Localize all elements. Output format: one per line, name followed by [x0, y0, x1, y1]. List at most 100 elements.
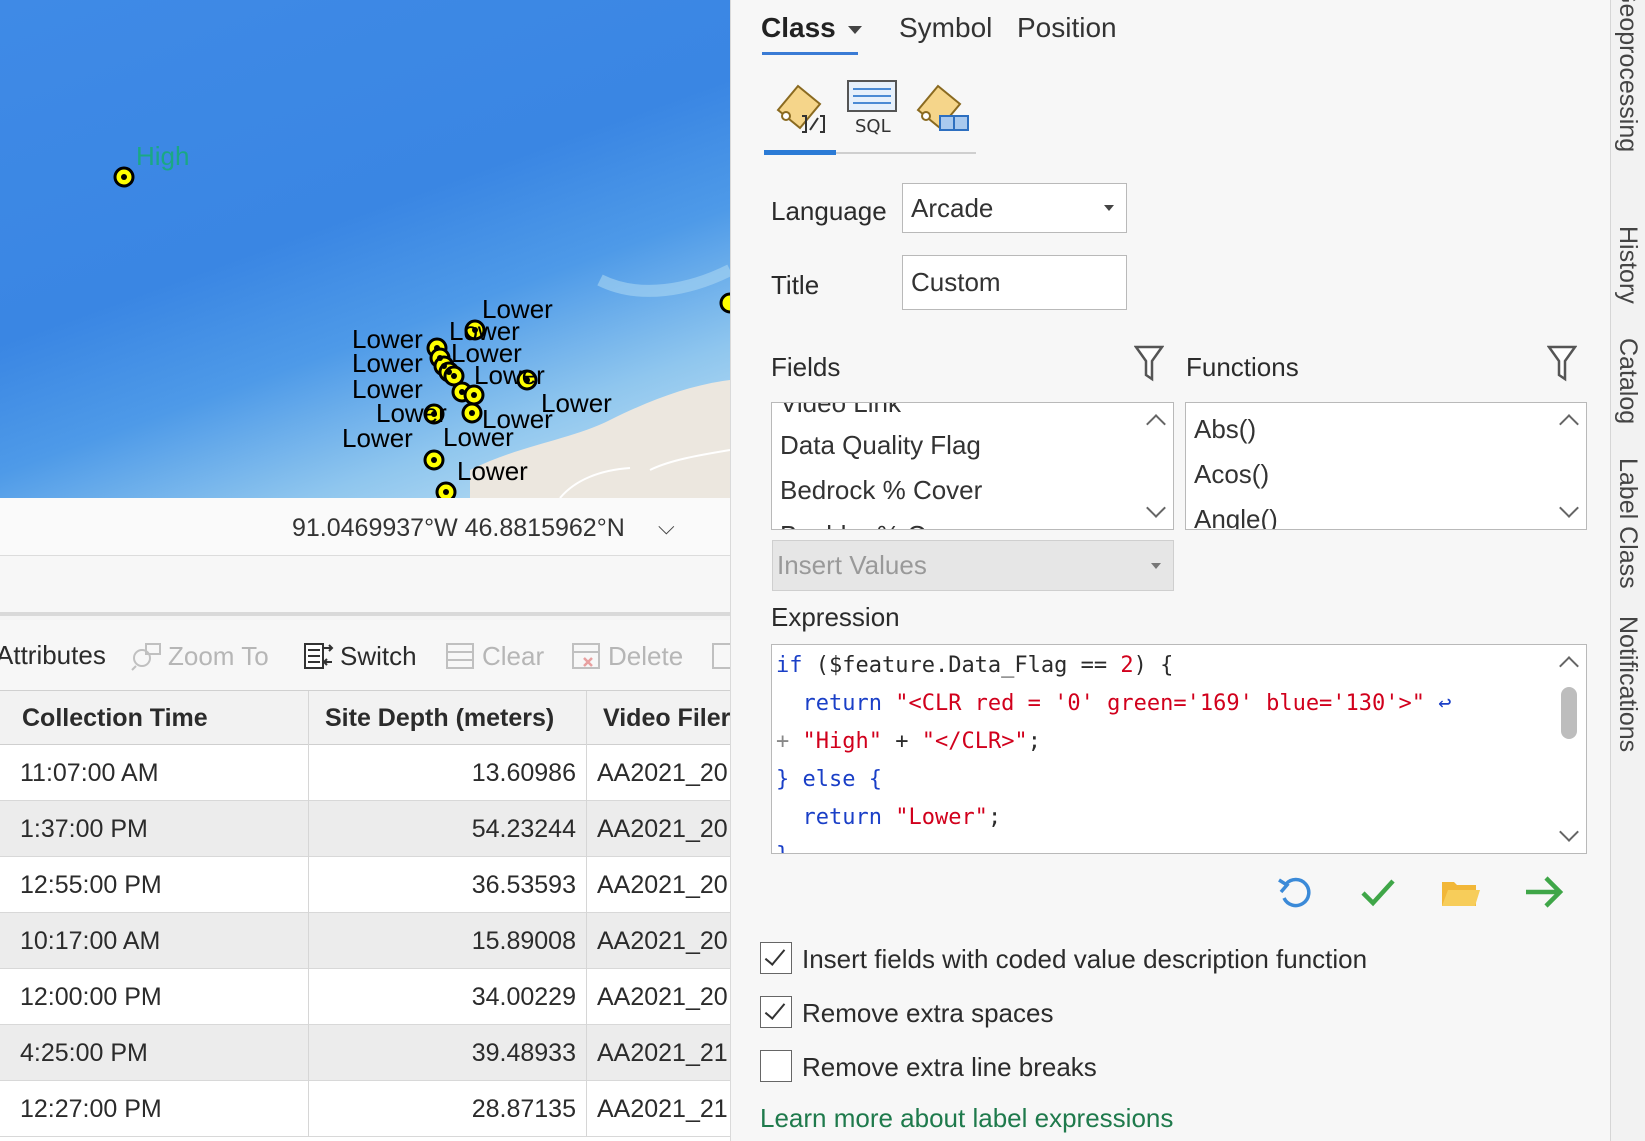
- sql-mode-icon[interactable]: SQL: [845, 78, 899, 136]
- cell-video-file[interactable]: AA2021_21: [587, 1025, 730, 1081]
- column-header[interactable]: Video Filer: [587, 691, 730, 745]
- column-header[interactable]: Site Depth (meters): [309, 691, 587, 745]
- insert-values-dropdown[interactable]: Insert Values: [772, 540, 1174, 591]
- table-row[interactable]: 11:07:00 AM 13.60986 AA2021_20: [0, 745, 730, 801]
- cell-collection-time[interactable]: 12:00:00 PM: [0, 969, 309, 1025]
- zoom-to-icon: [131, 643, 161, 671]
- cell-video-file[interactable]: AA2021_20: [587, 913, 730, 969]
- side-dock: Geoprocessing History Catalog Label Clas…: [1610, 0, 1645, 1141]
- label-filter-mode-icon[interactable]: [912, 80, 972, 136]
- cell-collection-time[interactable]: 4:25:00 PM: [0, 1025, 309, 1081]
- tab-class[interactable]: Class: [761, 12, 836, 44]
- switch-icon: [304, 643, 334, 669]
- chevron-down-icon[interactable]: ⌵: [658, 514, 675, 540]
- cell-video-file[interactable]: AA2021_20: [587, 857, 730, 913]
- reset-icon[interactable]: [1274, 870, 1318, 914]
- remove-spaces-checkbox[interactable]: [760, 996, 792, 1028]
- fields-filter-icon[interactable]: [1134, 345, 1164, 383]
- dock-tab-geoprocessing[interactable]: Geoprocessing: [1613, 0, 1642, 152]
- open-folder-icon[interactable]: [1438, 870, 1482, 914]
- functions-label: Functions: [1186, 352, 1299, 382]
- attribute-table-toolbar: Attributes Zoom To Switch Clear Delete: [0, 620, 730, 690]
- code-line: return "<CLR red = '0' green='169' blue=…: [776, 691, 1452, 716]
- table-row[interactable]: 1:37:00 PM 54.23244 AA2021_20: [0, 801, 730, 857]
- active-mode-indicator: [764, 150, 836, 155]
- save-arrow-icon[interactable]: [1522, 870, 1566, 914]
- column-header[interactable]: Collection Time: [0, 691, 309, 745]
- scrollbar-thumb[interactable]: [1561, 687, 1577, 739]
- table-row[interactable]: 12:00:00 PM 34.00229 AA2021_20: [0, 969, 730, 1025]
- table-row[interactable]: 12:27:00 PM 28.87135 AA2021_21: [0, 1081, 730, 1137]
- map-label-lower: Lower: [342, 423, 413, 453]
- table-row[interactable]: 12:55:00 PM 36.53593 AA2021_20: [0, 857, 730, 913]
- remove-line-breaks-checkbox[interactable]: [760, 1050, 792, 1082]
- coded-value-checkbox[interactable]: [760, 942, 792, 974]
- cell-collection-time[interactable]: 11:07:00 AM: [0, 745, 309, 801]
- map-label-lower: Lower: [443, 422, 514, 452]
- expression-label: Expression: [771, 602, 900, 632]
- zoom-to-button[interactable]: Zoom To: [130, 640, 269, 672]
- table-header: Collection Time Site Depth (meters) Vide…: [0, 691, 730, 745]
- list-item[interactable]: Acos(): [1194, 459, 1269, 490]
- attributes-button[interactable]: Attributes: [0, 640, 106, 671]
- code-line: } else {: [776, 767, 882, 792]
- chevron-down-icon: [1151, 562, 1161, 569]
- coordinate-readout: 91.0469937°W 46.8815962°N: [292, 514, 625, 542]
- list-item[interactable]: Data Quality Flag: [780, 430, 981, 461]
- clear-selection-button[interactable]: Clear: [444, 640, 544, 672]
- cell-collection-time[interactable]: 12:55:00 PM: [0, 857, 309, 913]
- cell-collection-time[interactable]: 1:37:00 PM: [0, 801, 309, 857]
- tab-position[interactable]: Position: [1017, 12, 1117, 44]
- title-label: Title: [771, 270, 820, 300]
- verify-check-icon[interactable]: [1356, 870, 1400, 914]
- fields-list[interactable]: Video Link Data Quality Flag Bedrock % C…: [771, 402, 1174, 530]
- cell-site-depth[interactable]: 15.89008: [309, 913, 587, 969]
- language-label: Language: [771, 196, 887, 226]
- cell-site-depth[interactable]: 13.60986: [309, 745, 587, 801]
- expression-mode-icon[interactable]: [772, 80, 832, 136]
- cell-collection-time[interactable]: 12:27:00 PM: [0, 1081, 309, 1137]
- language-select[interactable]: Arcade: [902, 183, 1127, 233]
- more-tools-icon[interactable]: [710, 640, 730, 672]
- delete-selection-button[interactable]: Delete: [570, 640, 683, 672]
- dock-tab-label-class[interactable]: Label Class: [1613, 458, 1642, 589]
- cell-site-depth[interactable]: 36.53593: [309, 857, 587, 913]
- cell-site-depth[interactable]: 34.00229: [309, 969, 587, 1025]
- functions-scrollbar[interactable]: [1552, 403, 1586, 529]
- map-view[interactable]: High Lower Lower Lower Lower Lower Lower…: [0, 0, 730, 498]
- cell-video-file[interactable]: AA2021_21: [587, 1081, 730, 1137]
- fields-scrollbar[interactable]: [1139, 403, 1173, 529]
- fields-label: Fields: [771, 352, 841, 382]
- functions-list[interactable]: Abs() Acos() Angle(): [1185, 402, 1587, 530]
- cell-site-depth[interactable]: 54.23244: [309, 801, 587, 857]
- tab-symbol[interactable]: Symbol: [899, 12, 992, 44]
- dock-tab-notifications[interactable]: Notifications: [1613, 616, 1642, 752]
- functions-filter-icon[interactable]: [1547, 345, 1577, 383]
- table-row[interactable]: 4:25:00 PM 39.48933 AA2021_21: [0, 1025, 730, 1081]
- map-status-bar: 91.0469937°W 46.8815962°N ⌵: [0, 498, 730, 556]
- map-label-lower: Lower: [352, 348, 423, 378]
- table-row[interactable]: 10:17:00 AM 15.89008 AA2021_20: [0, 913, 730, 969]
- check-icon: [764, 944, 786, 966]
- list-item[interactable]: Abs(): [1194, 414, 1256, 445]
- coded-value-label: Insert fields with coded value descripti…: [802, 944, 1368, 974]
- learn-more-link[interactable]: Learn more about label expressions: [760, 1103, 1173, 1134]
- list-item[interactable]: Video Link: [780, 403, 901, 419]
- class-dropdown-arrow-icon[interactable]: [848, 26, 862, 34]
- list-item[interactable]: Bedrock % Cover: [780, 475, 982, 506]
- expression-scrollbar[interactable]: [1552, 645, 1586, 853]
- title-input[interactable]: Custom: [902, 255, 1127, 310]
- cell-site-depth[interactable]: 28.87135: [309, 1081, 587, 1137]
- list-item[interactable]: Angle(): [1194, 504, 1278, 529]
- cell-collection-time[interactable]: 10:17:00 AM: [0, 913, 309, 969]
- code-line: + "High" + "</CLR>";: [776, 729, 1041, 754]
- dock-tab-history[interactable]: History: [1613, 226, 1642, 304]
- list-item[interactable]: Boulder % Cover: [780, 520, 977, 529]
- cell-site-depth[interactable]: 39.48933: [309, 1025, 587, 1081]
- switch-selection-button[interactable]: Switch: [302, 640, 417, 672]
- cell-video-file[interactable]: AA2021_20: [587, 969, 730, 1025]
- cell-video-file[interactable]: AA2021_20: [587, 745, 730, 801]
- cell-video-file[interactable]: AA2021_20: [587, 801, 730, 857]
- dock-tab-catalog[interactable]: Catalog: [1613, 338, 1642, 424]
- expression-editor[interactable]: if ($feature.Data_Flag == 2) { return "<…: [771, 644, 1587, 854]
